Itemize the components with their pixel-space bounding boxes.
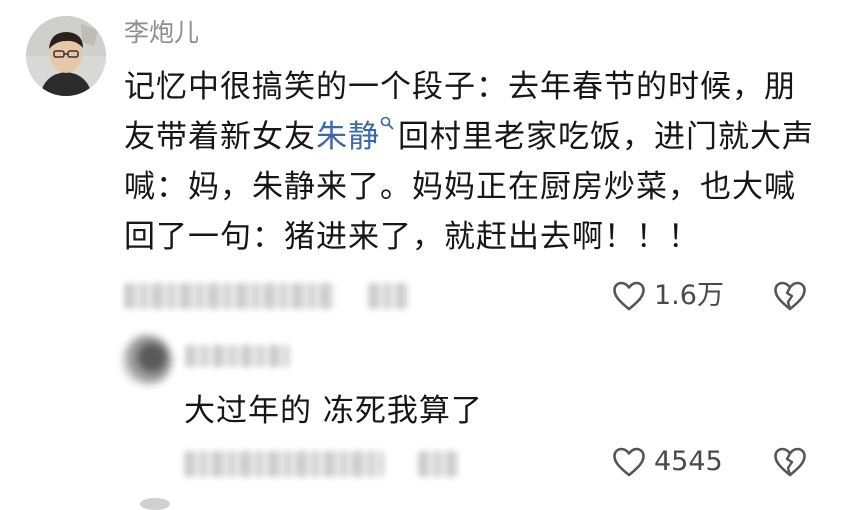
- reply-like-button[interactable]: 4545: [612, 447, 723, 477]
- reply-username-blurred[interactable]: [185, 345, 290, 367]
- heart-icon: [613, 447, 645, 477]
- reply-action-blurred[interactable]: [418, 451, 458, 477]
- username[interactable]: 李炮儿: [124, 18, 199, 48]
- search-icon: [380, 116, 394, 130]
- hashtag-link[interactable]: 朱静: [316, 116, 398, 155]
- reply-dislike-button[interactable]: [773, 447, 807, 481]
- reply-text: 大过年的 冻死我算了: [184, 393, 483, 429]
- like-button[interactable]: 1.6万: [612, 281, 724, 311]
- comment-text: 记忆中很搞笑的一个段子：去年春节的时候，朋友带着新女友朱静 回村里老家吃饭，进门…: [124, 62, 814, 262]
- reply-action-blurred[interactable]: [368, 283, 408, 309]
- comment-meta: [124, 281, 408, 311]
- next-comment-avatar-peek: [140, 498, 170, 510]
- reply-time-blurred: [184, 451, 384, 477]
- avatar-image: [26, 16, 106, 96]
- reply-avatar[interactable]: [122, 335, 172, 385]
- reply-meta: [184, 449, 458, 479]
- heart-icon: [613, 281, 645, 311]
- comment-time-blurred: [124, 283, 334, 309]
- like-count: 1.6万: [654, 280, 724, 311]
- hashtag-link-text: 朱静: [316, 119, 380, 155]
- reply-username-blur-block: [185, 345, 290, 367]
- reply-like-count: 4545: [654, 446, 723, 477]
- avatar[interactable]: [26, 16, 106, 96]
- broken-heart-icon: [774, 281, 806, 311]
- broken-heart-icon: [774, 447, 806, 477]
- dislike-button[interactable]: [773, 281, 807, 315]
